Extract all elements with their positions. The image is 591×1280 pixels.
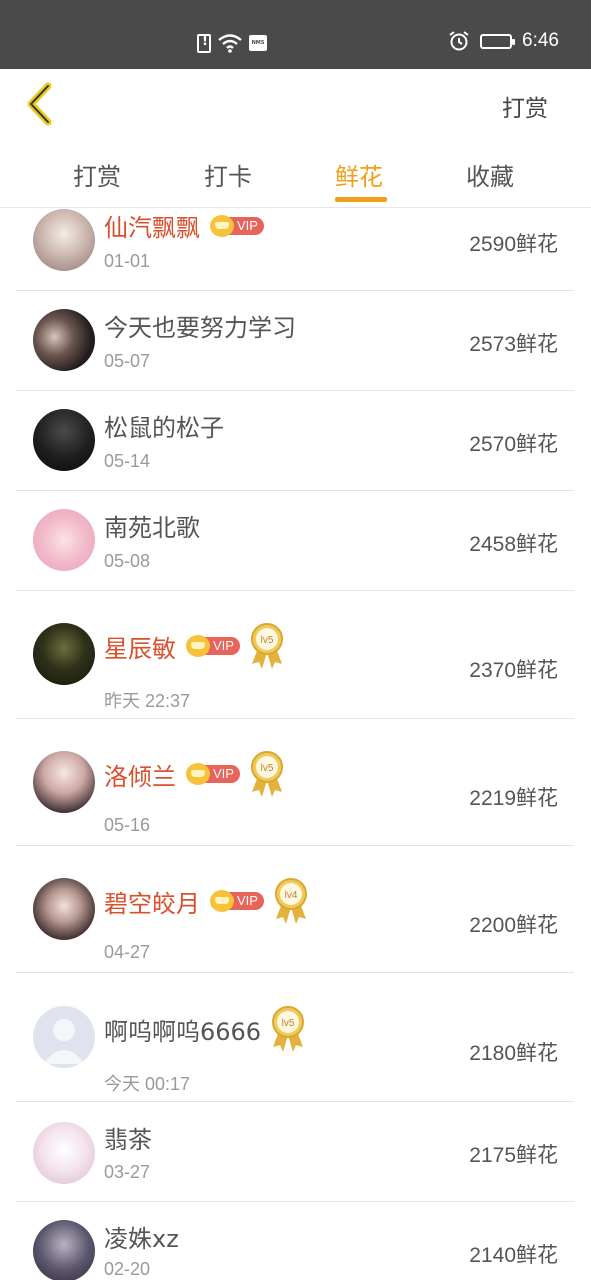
- level-label: lv4: [285, 890, 298, 901]
- list-item[interactable]: 翡茶 03-27 2175鲜花: [16, 1102, 574, 1202]
- tab-bar: 打赏 打卡 鲜花 收藏: [0, 139, 591, 208]
- reward-action-button[interactable]: 打赏: [502, 89, 548, 123]
- vip-badge: VIP: [186, 635, 240, 657]
- date: 02-20: [104, 1259, 151, 1279]
- list-item[interactable]: 碧空皎月 VIP lv4 04-27 2200鲜花: [16, 846, 574, 973]
- date: 05-08: [104, 551, 151, 571]
- user-name: 星辰敏: [104, 634, 176, 663]
- list-item[interactable]: 松鼠的松子 05-14 2570鲜花: [16, 391, 574, 491]
- flower-count: 2458鲜花: [469, 533, 558, 556]
- status-time: 6:46: [522, 30, 559, 51]
- user-name: 仙汽飘飘: [104, 214, 200, 242]
- flower-count: 2200鲜花: [469, 914, 558, 937]
- avatar: [33, 209, 95, 271]
- list-item[interactable]: 洛倾兰 VIP lv5 05-16 2219鲜花: [16, 719, 574, 846]
- flower-count: 2180鲜花: [469, 1042, 558, 1065]
- tab-flowers[interactable]: 鲜花: [335, 157, 383, 192]
- level-label: lv5: [261, 763, 274, 774]
- date: 今天 00:17: [104, 1074, 191, 1094]
- date: 03-27: [104, 1162, 151, 1182]
- tab-reward[interactable]: 打赏: [73, 157, 121, 192]
- alarm-icon: [449, 31, 469, 51]
- status-icons-center: NMS: [197, 33, 267, 53]
- name-line: 南苑北歌: [104, 508, 200, 543]
- name-line: 星辰敏 VIP lv5: [104, 622, 284, 670]
- avatar: [33, 309, 95, 371]
- name-line: 碧空皎月 VIP lv4: [104, 877, 308, 925]
- list-item[interactable]: 啊呜啊呜6666 lv5 今天 00:17 2180鲜花: [16, 973, 574, 1102]
- chevron-left-icon: [27, 82, 52, 126]
- user-name: 啊呜啊呜6666: [104, 1017, 262, 1046]
- user-silhouette-icon: [43, 1019, 85, 1064]
- date: 05-07: [104, 351, 151, 371]
- tab-checkin[interactable]: 打卡: [204, 157, 252, 192]
- name-line: 翡茶: [104, 1120, 152, 1155]
- list-item[interactable]: 仙汽飘飘 VIP 01-01 2590鲜花: [16, 208, 574, 291]
- list-item[interactable]: 星辰敏 VIP lv5 昨天 22:37 2370鲜花: [16, 591, 574, 719]
- flower-count: 2175鲜花: [469, 1144, 558, 1167]
- date: 05-14: [104, 451, 151, 471]
- flower-count: 2573鲜花: [469, 333, 558, 356]
- avatar: [33, 1220, 95, 1280]
- level-medal-icon: lv5: [250, 751, 283, 797]
- header: 打赏: [0, 69, 591, 139]
- name-line: 凌姝xz: [104, 1219, 179, 1254]
- user-name: 今天也要努力学习: [104, 314, 296, 342]
- avatar: [33, 623, 95, 685]
- level-medal-icon: lv5: [250, 623, 283, 669]
- date: 01-01: [104, 251, 151, 271]
- name-line: 洛倾兰 VIP lv5: [104, 750, 284, 798]
- flower-count: 2140鲜花: [469, 1244, 558, 1267]
- user-name: 碧空皎月: [104, 889, 200, 918]
- battery-icon: [480, 33, 516, 49]
- crown-icon: [186, 635, 210, 657]
- user-name: 翡茶: [104, 1126, 152, 1154]
- avatar: [33, 409, 95, 471]
- flower-count: 2590鲜花: [469, 233, 558, 256]
- level-label: lv5: [282, 1018, 295, 1029]
- flower-count: 2370鲜花: [469, 659, 558, 682]
- crown-icon: [186, 763, 210, 785]
- level-label: lv5: [261, 635, 274, 646]
- name-line: 今天也要努力学习: [104, 308, 296, 343]
- level-medal-icon: lv5: [272, 1006, 305, 1052]
- avatar: [33, 1122, 95, 1184]
- date: 04-27: [104, 942, 151, 962]
- user-name: 洛倾兰: [104, 762, 176, 791]
- name-line: 松鼠的松子: [104, 408, 224, 443]
- user-name: 松鼠的松子: [104, 414, 224, 442]
- flower-count: 2219鲜花: [469, 787, 558, 810]
- user-name: 凌姝xz: [104, 1225, 179, 1253]
- vip-badge: VIP: [186, 763, 240, 785]
- name-line: 仙汽飘飘 VIP: [104, 208, 264, 243]
- vip-badge: VIP: [210, 890, 264, 912]
- crown-icon: [210, 890, 234, 912]
- back-button[interactable]: [22, 81, 58, 127]
- list-item[interactable]: 今天也要努力学习 05-07 2573鲜花: [16, 291, 574, 391]
- list-item[interactable]: 凌姝xz 02-20 2140鲜花: [16, 1202, 574, 1280]
- avatar: [33, 509, 95, 571]
- tab-favorites[interactable]: 收藏: [466, 157, 514, 192]
- flower-ranking-list[interactable]: 仙汽飘飘 VIP 01-01 2590鲜花 今天也要努力学习 05-07 257…: [0, 208, 591, 1280]
- sim-alert-icon: [197, 33, 211, 53]
- avatar: [33, 751, 95, 813]
- crown-icon: [210, 214, 234, 237]
- status-bar: NMS 6:46: [0, 0, 591, 69]
- date: 05-16: [104, 815, 151, 835]
- active-tab-indicator: [335, 197, 387, 202]
- nms-icon: NMS: [249, 35, 267, 51]
- name-line: 啊呜啊呜6666 lv5: [104, 1005, 305, 1053]
- vip-badge: VIP: [210, 214, 264, 237]
- level-medal-icon: lv4: [274, 878, 307, 924]
- user-name: 南苑北歌: [104, 514, 200, 542]
- list-item[interactable]: 南苑北歌 05-08 2458鲜花: [16, 491, 574, 591]
- status-icons-right: 6:46: [448, 30, 559, 52]
- wifi-icon: [218, 34, 242, 53]
- date: 昨天 22:37: [104, 691, 191, 711]
- flower-count: 2570鲜花: [469, 433, 558, 456]
- avatar: [33, 878, 95, 940]
- default-avatar-icon: [33, 1006, 95, 1068]
